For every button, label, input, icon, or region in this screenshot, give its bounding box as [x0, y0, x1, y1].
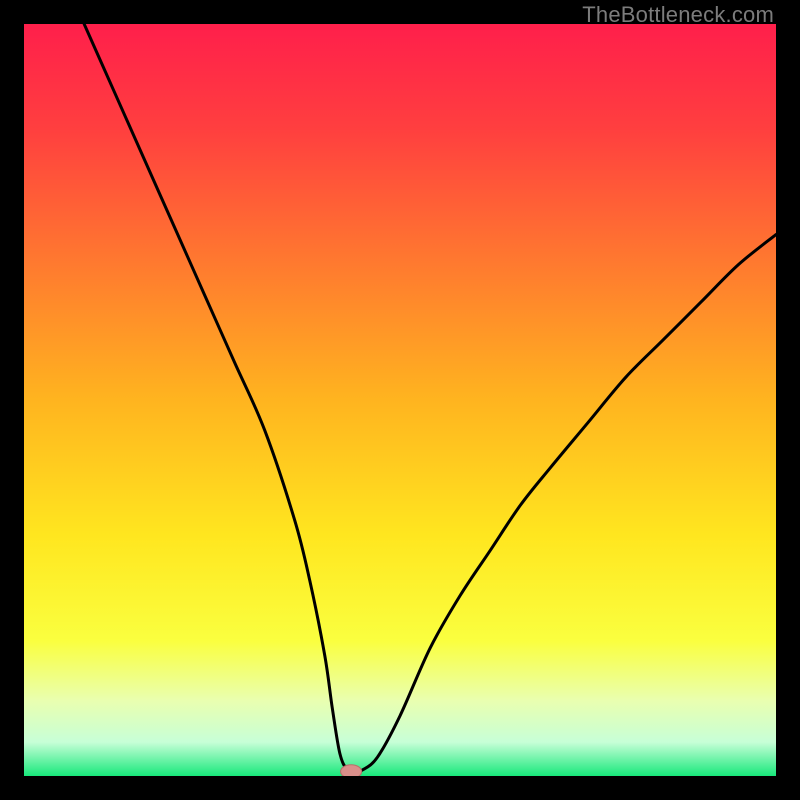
gradient-background [24, 24, 776, 776]
bottleneck-chart [24, 24, 776, 776]
chart-frame [24, 24, 776, 776]
watermark-text: TheBottleneck.com [582, 2, 774, 28]
minimum-marker [341, 765, 362, 776]
